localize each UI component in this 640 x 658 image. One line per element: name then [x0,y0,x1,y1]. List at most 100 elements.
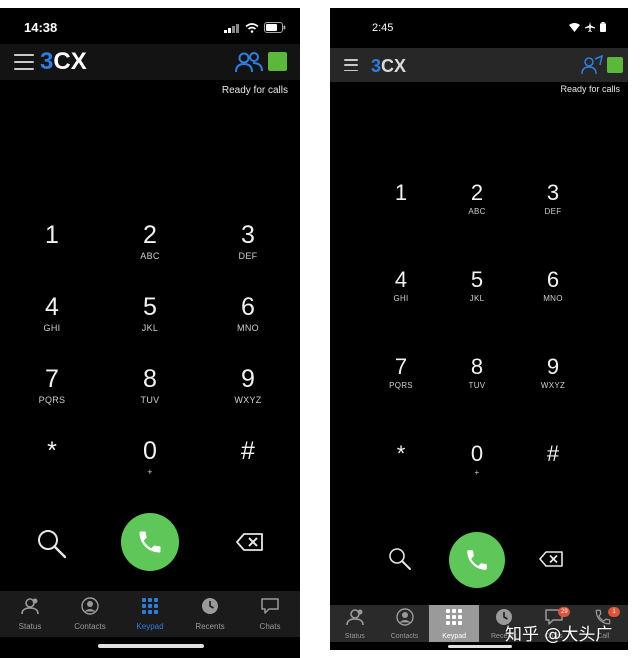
dial-key-6[interactable]: 6 MNO [208,293,288,334]
call-button[interactable] [121,513,179,571]
dial-key-9[interactable]: 9 WXYZ [208,365,288,406]
phone-icon [467,550,487,570]
dial-key-3[interactable]: 3 DEF [208,221,288,262]
dial-key-5[interactable]: 5 JKL [110,293,190,334]
dial-key-8[interactable]: 8 TUV [437,356,517,391]
dial-key-digit: 9 [241,365,255,393]
status-time: 14:38 [24,20,58,35]
dial-key-3[interactable]: 3 DEF [513,180,593,217]
dial-key-letters: TUV [140,395,160,405]
search-icon[interactable] [387,546,413,572]
3cx-logo: 3CX [40,48,87,75]
tab-contacts[interactable]: Contacts [380,605,430,642]
hamburger-menu-icon[interactable] [344,59,358,71]
search-icon[interactable] [34,526,70,562]
dial-key-6[interactable]: 6 MNO [513,269,593,304]
dial-key-letters: MNO [237,323,259,333]
status-time: 2:45 [372,22,394,34]
dial-key-digit: 5 [470,267,484,292]
presence-status-indicator[interactable] [607,57,623,73]
unread-badge: 29 [558,607,571,617]
dial-key-star[interactable]: * [12,439,92,467]
signal-icon [224,23,239,33]
dial-key-0[interactable]: 0 + [110,439,190,478]
dial-key-9[interactable]: 9 WXYZ [513,354,593,391]
dial-key-letters: JKL [141,323,159,333]
dial-key-digit: 5 [143,293,157,321]
wifi-icon [245,22,259,33]
hamburger-menu-icon[interactable] [14,54,34,70]
dial-key-letters: WXYZ [540,381,566,390]
keypad-icon [141,597,159,620]
ready-status-text: Ready for calls [560,84,620,94]
dial-key-1[interactable]: 1 [12,223,92,251]
dial-key-hash[interactable]: # [513,443,593,468]
backspace-icon[interactable] [538,550,564,568]
dial-key-digit: 2 [143,221,157,249]
tab-keypad[interactable]: Keypad [429,605,480,642]
unread-badge: 1 [608,607,621,617]
home-indicator [448,645,512,648]
dial-key-letters: + [474,468,480,477]
phone-icon [139,531,161,553]
dial-key-digit: 1 [394,180,408,205]
dial-key-hash[interactable]: # [208,439,288,467]
dial-key-letters: MNO [543,294,563,303]
dial-key-2[interactable]: 2 ABC [437,182,517,217]
dial-key-digit: 1 [45,221,59,249]
tab-label: Contacts [390,632,419,640]
dial-key-letters: JKL [469,294,485,303]
tab-keypad[interactable]: Keypad [120,591,180,637]
dial-key-digit: 3 [546,180,560,205]
dial-key-digit: 3 [241,221,255,249]
dial-key-digit: 7 [394,354,408,379]
tab-label: Status [18,622,42,631]
dial-key-letters: PQRS [389,381,413,390]
dial-key-digit: 9 [546,354,560,379]
dial-key-1[interactable]: 1 [361,182,441,207]
status-bar: 14:38 [0,8,300,44]
call-button[interactable] [449,532,505,588]
dial-key-digit: 6 [241,293,255,321]
dial-key-8[interactable]: 8 TUV [110,367,190,406]
tab-status[interactable]: Status [330,605,380,642]
tab-label: Keypad [136,622,164,631]
dial-key-letters: + [147,467,153,477]
dial-key-letters: ABC [468,207,486,216]
dial-key-7[interactable]: 7 PQRS [361,354,441,391]
app-header: 3CX [0,44,300,80]
dial-key-5[interactable]: 5 JKL [437,267,517,304]
battery-icon [600,22,606,32]
bottom-tab-bar: Status Contacts Keypad Recents Chats [0,591,300,637]
dial-key-digit: 4 [394,267,408,292]
watermark-text: 知乎 @大头广 [505,625,613,645]
dial-key-digit: 0 [470,441,484,466]
tab-label: Recents [195,622,225,631]
tab-recents[interactable]: Recents [180,591,240,637]
dial-key-digit: # [546,441,560,466]
keypad-icon [445,608,463,631]
people-icon[interactable] [234,50,264,74]
backspace-icon[interactable] [234,530,266,554]
dial-key-letters: PQRS [38,395,66,405]
tab-status[interactable]: Status [0,591,60,637]
dial-key-letters: WXYZ [234,395,262,405]
tab-chats[interactable]: Chats [240,591,300,637]
airplane-icon [585,22,595,32]
dial-key-7[interactable]: 7 PQRS [12,367,92,406]
dial-key-letters: ABC [140,251,160,261]
dial-key-star[interactable]: * [361,443,441,468]
presence-status-indicator[interactable] [268,52,287,71]
dial-key-digit: # [241,437,255,465]
dial-key-4[interactable]: 4 GHI [12,295,92,334]
status-icon [345,608,365,631]
dial-key-0[interactable]: 0 + [437,441,517,478]
battery-icon [264,22,286,33]
dial-key-4[interactable]: 4 GHI [361,267,441,304]
3cx-logo: 3CX [371,56,407,76]
dial-key-letters: GHI [43,323,61,333]
ios-phone-screen: 14:38 3CX Ready for calls 1 2 ABC 3 DEF … [0,8,300,658]
people-icon[interactable] [580,55,604,75]
tab-contacts[interactable]: Contacts [60,591,120,637]
dial-key-2[interactable]: 2 ABC [110,221,190,262]
